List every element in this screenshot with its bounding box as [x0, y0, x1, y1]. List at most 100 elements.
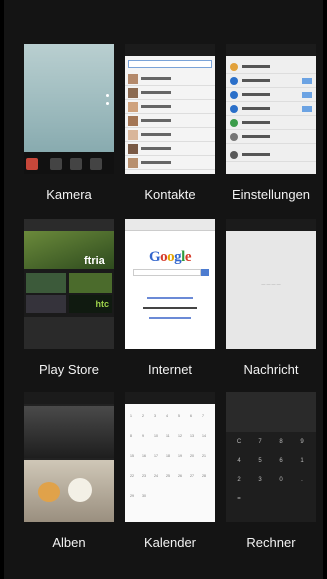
calculator-key: 9 [300, 439, 304, 445]
recent-apps-screen: Kamera Kontakte Einstellungen ftria htc … [4, 0, 323, 579]
calculator-key: 2 [237, 477, 241, 483]
calculator-key: C [236, 439, 242, 445]
empty-message-placeholder: — — — — [261, 281, 281, 286]
toggle-switch [302, 92, 312, 98]
calendar-day: 15 [130, 454, 134, 458]
app-tile [26, 273, 66, 293]
contact-row [125, 142, 215, 156]
kalender-thumbnail[interactable]: 1 2 3 4 5 6 7 8 9 10 11 12 13 14 15 16 17 18 19 20 21 22 23 24 2… [125, 392, 215, 522]
settings-label-line [242, 65, 270, 68]
contact-name-line [141, 133, 171, 136]
calendar-day: 28 [202, 474, 206, 478]
contact-name-line [141, 105, 171, 108]
calculator-key: 6 [279, 458, 283, 464]
app-label: Rechner [246, 535, 296, 550]
status-bar [226, 219, 316, 231]
calendar-day: 5 [178, 414, 180, 418]
calendar-day: 11 [166, 434, 170, 438]
settings-row [226, 60, 316, 74]
avatar [128, 158, 138, 168]
contact-row [125, 156, 215, 170]
calculator-key: 5 [258, 458, 262, 464]
calendar-day: 21 [202, 454, 206, 458]
calendar-day: 18 [166, 454, 170, 458]
calendar-day: 20 [190, 454, 194, 458]
internet-thumbnail[interactable]: Google [125, 219, 215, 349]
avatar [128, 130, 138, 140]
play-store-thumbnail[interactable]: ftria htc [24, 219, 114, 349]
calendar-day: 10 [154, 434, 158, 438]
contact-name-line [141, 91, 171, 94]
settings-row [226, 102, 316, 116]
app-label: Einstellungen [231, 187, 311, 202]
calculator-key: 1 [300, 458, 304, 464]
camera-settings-icon [90, 158, 102, 170]
rechner-thumbnail[interactable]: C 7 8 9 4 5 6 1 2 3 0. = [226, 392, 316, 522]
calendar-day: 7 [202, 414, 204, 418]
calendar-day: 17 [154, 454, 158, 458]
contact-row [125, 128, 215, 142]
camera-shutter-dot [106, 94, 109, 97]
settings-label-line [242, 93, 270, 96]
einstellungen-thumbnail[interactable] [226, 44, 316, 174]
toggle-switch [302, 106, 312, 112]
settings-row [226, 130, 316, 144]
data-icon [230, 105, 238, 113]
avatar [128, 102, 138, 112]
calculator-key: 0 [279, 477, 283, 483]
calendar-day: 27 [190, 474, 194, 478]
link-line [147, 297, 193, 299]
settings-label-line [242, 107, 270, 110]
status-bar [226, 44, 316, 56]
contact-name-line [141, 161, 171, 164]
calendar-day: 9 [142, 434, 144, 438]
nachricht-thumbnail[interactable]: — — — — [226, 219, 316, 349]
bluetooth-icon [230, 91, 238, 99]
contact-row [125, 100, 215, 114]
calculator-key: 7 [258, 439, 262, 445]
alben-thumbnail[interactable] [24, 392, 114, 522]
calendar-day: 1 [130, 414, 132, 418]
google-logo: Google [148, 249, 192, 265]
calendar-day: 6 [190, 414, 192, 418]
kontakte-thumbnail[interactable] [125, 44, 215, 174]
settings-row [226, 116, 316, 130]
calendar-day: 19 [178, 454, 182, 458]
settings-label-line [242, 153, 270, 156]
contact-row [125, 86, 215, 100]
calendar-day: 22 [130, 474, 134, 478]
calendar-day: 3 [154, 414, 156, 418]
calendar-day: 30 [142, 494, 146, 498]
address-bar [125, 219, 215, 231]
calculator-display [226, 392, 316, 432]
camera-mode-dot [106, 102, 109, 105]
album-photo [24, 406, 114, 458]
calculator-key: 8 [279, 439, 283, 445]
contact-row [125, 72, 215, 86]
link-line [149, 317, 191, 319]
more-icon [230, 133, 238, 141]
settings-label-line [242, 135, 270, 138]
calculator-key: . [301, 477, 303, 483]
settings-label-line [242, 79, 270, 82]
calendar-day: 29 [130, 494, 134, 498]
calendar-day: 13 [190, 434, 194, 438]
contact-name-line [141, 147, 171, 150]
plush-figure [38, 482, 60, 502]
calendar-day: 14 [202, 434, 206, 438]
calculator-key: 4 [237, 458, 241, 464]
status-bar [125, 44, 215, 56]
banner-text: ftria [84, 255, 105, 267]
settings-icon [230, 63, 238, 71]
contact-name-line [141, 119, 171, 122]
kamera-thumbnail[interactable] [24, 44, 114, 174]
calendar-day: 24 [154, 474, 158, 478]
camera-flash-icon [50, 158, 62, 170]
settings-row [226, 74, 316, 88]
status-bar [24, 392, 114, 404]
text-line [143, 307, 197, 309]
calendar-day: 12 [178, 434, 182, 438]
wifi-icon [230, 77, 238, 85]
app-list [24, 317, 114, 349]
calendar-day: 16 [142, 454, 146, 458]
